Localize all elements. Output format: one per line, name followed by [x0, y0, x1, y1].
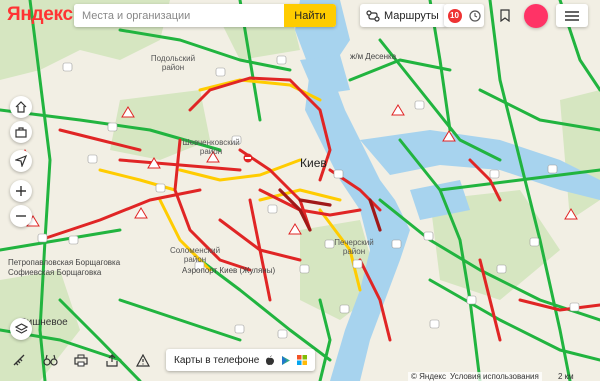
- layers-icon: [14, 323, 28, 334]
- traffic-score-badge: 10: [447, 8, 462, 23]
- copyright-footer: © Яндекс Условия использования: [408, 372, 542, 381]
- report-button[interactable]: [131, 349, 155, 371]
- map-label-district: Соломенский район: [170, 246, 221, 264]
- work-button[interactable]: [10, 121, 32, 143]
- map-canvas[interactable]: [0, 0, 600, 381]
- ruler-icon: [13, 354, 25, 366]
- menu-button[interactable]: [556, 4, 588, 27]
- print-button[interactable]: [69, 349, 93, 371]
- binoculars-icon: [42, 354, 58, 366]
- search-input[interactable]: [74, 4, 284, 27]
- find-button[interactable]: Найти: [284, 4, 336, 27]
- menu-icon: [565, 10, 579, 21]
- avatar[interactable]: [524, 4, 548, 28]
- mobile-app-promo[interactable]: Карты в телефоне: [166, 349, 316, 371]
- map-label-district: Печерский район: [334, 238, 374, 256]
- map-label-district: Шевченковский район: [182, 138, 240, 156]
- print-icon: [74, 354, 88, 366]
- bottom-toolbar: [0, 346, 155, 374]
- windows-icon: [297, 355, 308, 365]
- panorama-button[interactable]: [38, 349, 62, 371]
- routes-button[interactable]: Маршруты: [360, 4, 447, 27]
- terms-link[interactable]: Условия использования: [450, 372, 539, 381]
- map-label-district: Подольский район: [150, 54, 196, 72]
- promo-label: Карты в телефоне: [174, 354, 260, 366]
- share-button[interactable]: [100, 349, 124, 371]
- zoom-in-icon: [16, 186, 26, 196]
- briefcase-icon: [15, 126, 27, 138]
- map-label-place: Петропавловская Борщаговка: [8, 258, 121, 267]
- apple-icon: [266, 355, 275, 365]
- map-label-city: Киев: [300, 156, 327, 170]
- share-icon: [106, 353, 118, 367]
- traffic-button[interactable]: 10: [444, 4, 484, 27]
- map-label-place: Софиевская Борщаговка: [8, 268, 102, 277]
- warning-icon: [136, 353, 150, 367]
- search-bar: Найти: [74, 4, 336, 27]
- map-label-place: ж/м Десенка: [350, 52, 397, 61]
- map-scale: 2 км: [558, 372, 574, 381]
- ruler-button[interactable]: [7, 349, 31, 371]
- zoom-out-icon: [16, 215, 26, 217]
- home-icon: [15, 101, 27, 113]
- map-label-place: Аэропорт Киев (Жуляны): [182, 266, 276, 275]
- copyright-text[interactable]: © Яндекс: [411, 372, 446, 381]
- yandex-logo[interactable]: Яндекс: [7, 4, 73, 26]
- clock-icon: [468, 9, 481, 22]
- zoom-out-button[interactable]: [10, 205, 32, 227]
- zoom-in-button[interactable]: [10, 180, 32, 202]
- location-arrow-icon: [15, 155, 27, 167]
- routes-icon: [366, 9, 380, 22]
- bookmark-button[interactable]: [494, 4, 516, 27]
- home-button[interactable]: [10, 96, 32, 118]
- routes-label: Маршруты: [384, 9, 439, 22]
- bookmark-icon: [500, 9, 510, 22]
- layers-button[interactable]: [10, 318, 32, 340]
- my-location-button[interactable]: [10, 150, 32, 172]
- google-play-icon: [282, 355, 291, 365]
